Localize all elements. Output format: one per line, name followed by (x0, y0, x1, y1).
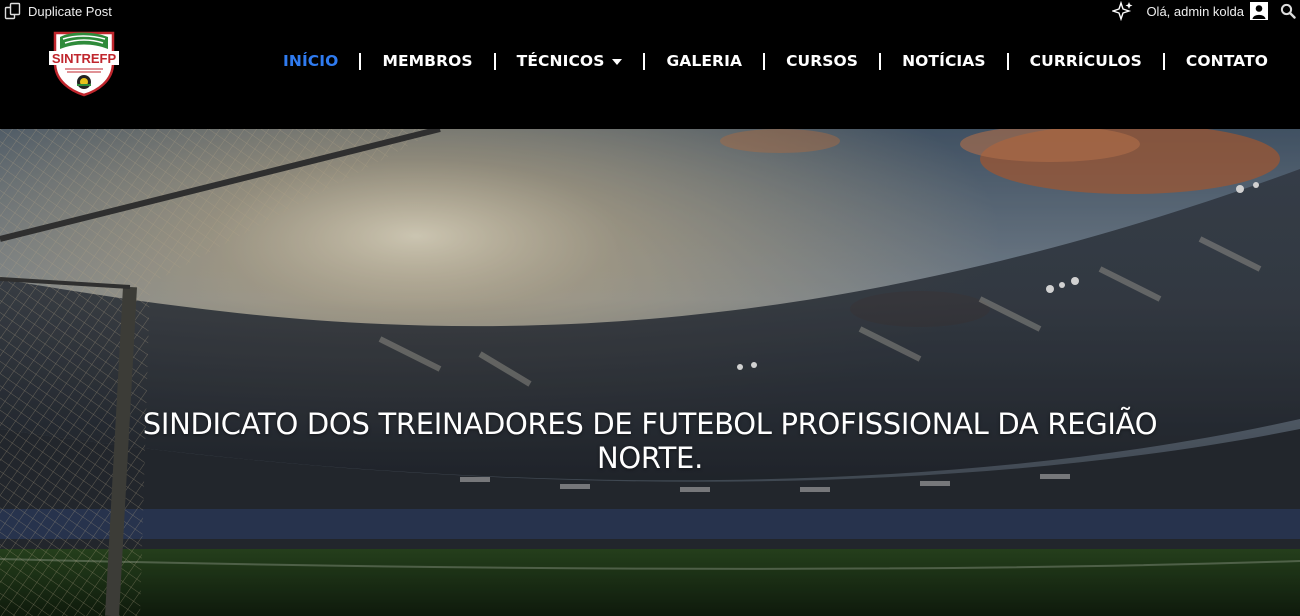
nav-item-noticias[interactable]: NOTÍCIAS (881, 52, 1007, 70)
main-nav: INÍCIO MEMBROS TÉCNICOS GALERIA CURSOS N… (262, 48, 1289, 74)
nav-item-membros[interactable]: MEMBROS (361, 52, 493, 70)
nav-label-galeria: GALERIA (666, 52, 743, 70)
chevron-down-icon (612, 59, 623, 65)
nav-item-cursos[interactable]: CURSOS (765, 52, 879, 70)
hero-banner: SINDICATO DOS TREINADORES DE FUTEBOL PRO… (0, 129, 1300, 616)
duplicate-post-link[interactable]: Duplicate Post (4, 2, 112, 20)
nav-label-tecnicos: TÉCNICOS (516, 52, 605, 70)
site-header: SINTREFP INÍCIO MEMBROS TÉCNICOS GALERIA… (0, 22, 1300, 129)
nav-label-cursos: CURSOS (786, 52, 859, 70)
stadium-background-image (0, 129, 1300, 616)
nav-label-contato: CONTATO (1185, 52, 1269, 70)
svg-text:SINTREFP: SINTREFP (52, 51, 117, 66)
nav-item-galeria[interactable]: GALERIA (645, 52, 763, 70)
nav-label-inicio: INÍCIO (283, 52, 339, 70)
duplicate-icon (4, 2, 22, 20)
search-icon[interactable] (1280, 3, 1296, 19)
sparkle-icon[interactable] (1112, 1, 1134, 21)
user-avatar-icon (1250, 2, 1268, 20)
nav-item-tecnicos[interactable]: TÉCNICOS (496, 52, 644, 70)
greeting-text: Olá, admin kolda (1146, 3, 1244, 19)
nav-item-inicio[interactable]: INÍCIO (262, 52, 359, 70)
nav-label-curriculos: CURRÍCULOS (1029, 52, 1142, 70)
nav-label-membros: MEMBROS (382, 52, 473, 70)
nav-item-contato[interactable]: CONTATO (1165, 52, 1289, 70)
hero-title-line-1: SINDICATO DOS TREINADORES DE FUTEBOL PRO… (142, 407, 1158, 441)
duplicate-post-label: Duplicate Post (28, 3, 112, 19)
hero-title-line-2: NORTE. (596, 441, 703, 475)
nav-item-curriculos[interactable]: CURRÍCULOS (1009, 52, 1163, 70)
site-logo[interactable]: SINTREFP (47, 27, 121, 97)
nav-label-noticias: NOTÍCIAS (902, 52, 986, 70)
admin-account-menu[interactable]: Olá, admin kolda (1146, 2, 1268, 20)
hero-title: SINDICATO DOS TREINADORES DE FUTEBOL PRO… (70, 407, 1230, 475)
admin-bar: Duplicate Post Olá, admin kolda (0, 0, 1300, 22)
